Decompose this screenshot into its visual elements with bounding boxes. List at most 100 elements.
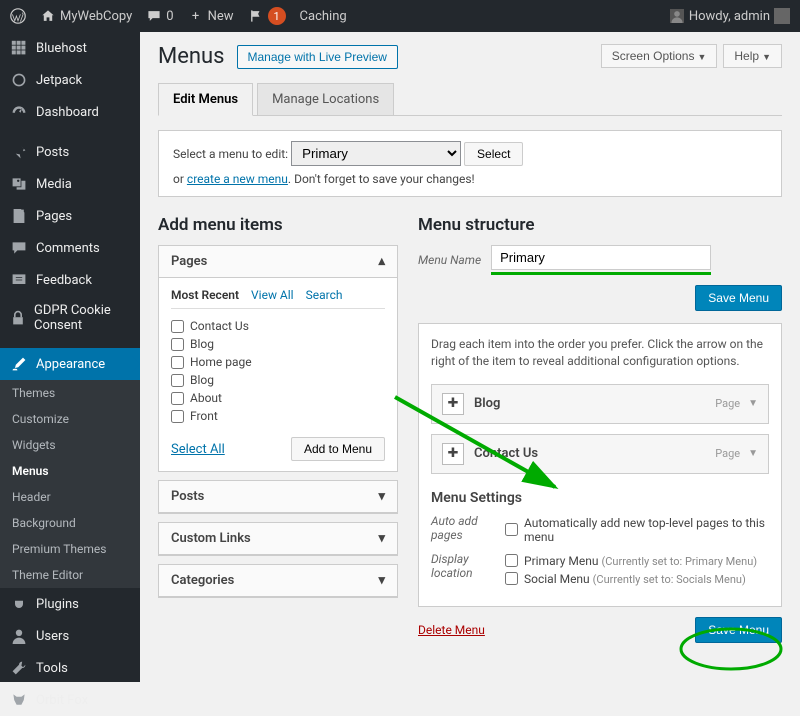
menu-name-label: Menu Name (418, 253, 481, 267)
plus-icon: + (188, 8, 204, 24)
display-loc-social-menu[interactable]: Social Menu (Currently set to: Socials M… (505, 570, 769, 588)
add-to-menu-button[interactable]: Add to Menu (291, 437, 385, 461)
pages-tab-most-recent[interactable]: Most Recent (171, 288, 239, 302)
sidebar-sub-header[interactable]: Header (0, 484, 140, 510)
tab-manage-locations[interactable]: Manage Locations (257, 83, 394, 115)
feedback-icon (10, 271, 28, 289)
wrench-icon (10, 659, 28, 677)
sidebar-item-plugins[interactable]: Plugins (0, 588, 140, 620)
pages-tab-search[interactable]: Search (306, 288, 343, 302)
notif-badge: 1 (268, 7, 286, 25)
pin-icon (10, 143, 28, 161)
flag-icon (248, 8, 264, 24)
notification-link[interactable]: 1 (248, 7, 286, 25)
page-icon (10, 207, 28, 225)
menu-structure-box: Drag each item into the order you prefer… (418, 323, 782, 607)
sidebar-item-pages[interactable]: Pages (0, 200, 140, 232)
sidebar-sub-widgets[interactable]: Widgets (0, 432, 140, 458)
chevron-down-icon: ▾ (378, 489, 385, 504)
chevron-up-icon: ▴ (378, 254, 385, 269)
sidebar-item-posts[interactable]: Posts (0, 136, 140, 168)
wp-logo-icon[interactable] (10, 8, 26, 24)
chat-icon (10, 239, 28, 257)
nav-tabs: Edit Menus Manage Locations (158, 83, 782, 116)
page-item-front[interactable]: Front (171, 407, 385, 425)
sidebar-item-appearance[interactable]: Appearance (0, 348, 140, 380)
auto-add-checkbox[interactable]: Automatically add new top-level pages to… (505, 514, 769, 546)
page-title: Menus (158, 44, 225, 69)
sidebar-item-orbit-fox[interactable]: Orbit Fox (0, 684, 140, 716)
home-icon (40, 8, 56, 24)
page-item-about[interactable]: About (171, 389, 385, 407)
live-preview-button[interactable]: Manage with Live Preview (237, 45, 398, 69)
sidebar-item-dashboard[interactable]: Dashboard (0, 96, 140, 128)
admin-topbar: MyWebCopy 0 + New 1 Caching Howdy, admin (0, 0, 800, 32)
menu-settings-heading: Menu Settings (431, 490, 769, 506)
posts-box-toggle[interactable]: Posts▾ (159, 481, 397, 513)
sidebar-item-jetpack[interactable]: Jetpack (0, 64, 140, 96)
chevron-down-icon[interactable]: ▼ (748, 448, 758, 459)
drag-handle-icon[interactable]: ✚ (442, 393, 464, 415)
select-menu-label: Select a menu to edit: (173, 147, 288, 161)
select-all-link[interactable]: Select All (171, 442, 225, 457)
drag-handle-icon[interactable]: ✚ (442, 443, 464, 465)
chevron-down-icon[interactable]: ▼ (748, 398, 758, 409)
content-area: Screen Options▼ Help▼ Menus Manage with … (140, 32, 800, 682)
tab-edit-menus[interactable]: Edit Menus (158, 83, 253, 116)
pages-box-toggle[interactable]: Pages ▴ (159, 246, 397, 278)
caching-link[interactable]: Caching (300, 9, 347, 24)
menu-item-blog[interactable]: ✚BlogPage▼ (431, 384, 769, 424)
save-menu-bottom-button[interactable]: Save Menu (695, 617, 782, 643)
gauge-icon (10, 103, 28, 121)
new-link[interactable]: + New (188, 8, 234, 24)
menu-item-contact-us[interactable]: ✚Contact UsPage▼ (431, 434, 769, 474)
sidebar-sub-menus[interactable]: Menus (0, 458, 140, 484)
save-menu-top-button[interactable]: Save Menu (695, 285, 782, 311)
pages-box: Pages ▴ Most Recent View All Search Contac… (158, 245, 398, 472)
brush-icon (10, 355, 28, 373)
sidebar-sub-theme-editor[interactable]: Theme Editor (0, 562, 140, 588)
select-menu-panel: Select a menu to edit: Primary Select or… (158, 130, 782, 197)
menu-select[interactable]: Primary (291, 141, 461, 166)
howdy-user[interactable]: Howdy, admin (669, 8, 790, 24)
structure-instructions: Drag each item into the order you prefer… (431, 336, 769, 370)
select-button[interactable]: Select (464, 142, 523, 166)
page-item-blog[interactable]: Blog (171, 371, 385, 389)
display-location-label: Display location (431, 552, 491, 588)
sidebar-item-gdpr-cookie-consent[interactable]: GDPR Cookie Consent (0, 296, 140, 340)
sidebar-item-tools[interactable]: Tools (0, 652, 140, 684)
sidebar-sub-themes[interactable]: Themes (0, 380, 140, 406)
sidebar-item-users[interactable]: Users (0, 620, 140, 652)
delete-menu-link[interactable]: Delete Menu (418, 623, 485, 637)
chevron-down-icon: ▾ (378, 573, 385, 588)
sidebar-item-media[interactable]: Media (0, 168, 140, 200)
menu-name-input[interactable] (491, 245, 711, 270)
sidebar-sub-premium-themes[interactable]: Premium Themes (0, 536, 140, 562)
site-name-link[interactable]: MyWebCopy (40, 8, 132, 24)
admin-avatar-icon (774, 8, 790, 24)
sidebar-sub-background[interactable]: Background (0, 510, 140, 536)
comment-icon (146, 8, 162, 24)
custom-links-box-toggle[interactable]: Custom Links▾ (159, 523, 397, 555)
categories-box-toggle[interactable]: Categories▾ (159, 565, 397, 597)
sidebar-item-bluehost[interactable]: Bluehost (0, 32, 140, 64)
circle-icon (10, 71, 28, 89)
display-loc-primary-menu[interactable]: Primary Menu (Currently set to: Primary … (505, 552, 769, 570)
fox-icon (10, 691, 28, 709)
comments-count[interactable]: 0 (146, 8, 173, 24)
chevron-down-icon: ▾ (378, 531, 385, 546)
create-menu-link[interactable]: create a new menu (187, 172, 288, 186)
sidebar-item-feedback[interactable]: Feedback (0, 264, 140, 296)
pages-tab-view-all[interactable]: View All (251, 288, 294, 302)
screen-options-button[interactable]: Screen Options▼ (601, 44, 718, 68)
sidebar-sub-customize[interactable]: Customize (0, 406, 140, 432)
page-item-contact-us[interactable]: Contact Us (171, 317, 385, 335)
page-item-home-page[interactable]: Home page (171, 353, 385, 371)
auto-add-label: Auto add pages (431, 514, 491, 546)
page-item-blog[interactable]: Blog (171, 335, 385, 353)
help-button[interactable]: Help▼ (723, 44, 782, 68)
lock-icon (10, 309, 26, 327)
admin-sidebar: BluehostJetpackDashboardPostsMediaPagesC… (0, 32, 140, 682)
media-icon (10, 175, 28, 193)
sidebar-item-comments[interactable]: Comments (0, 232, 140, 264)
